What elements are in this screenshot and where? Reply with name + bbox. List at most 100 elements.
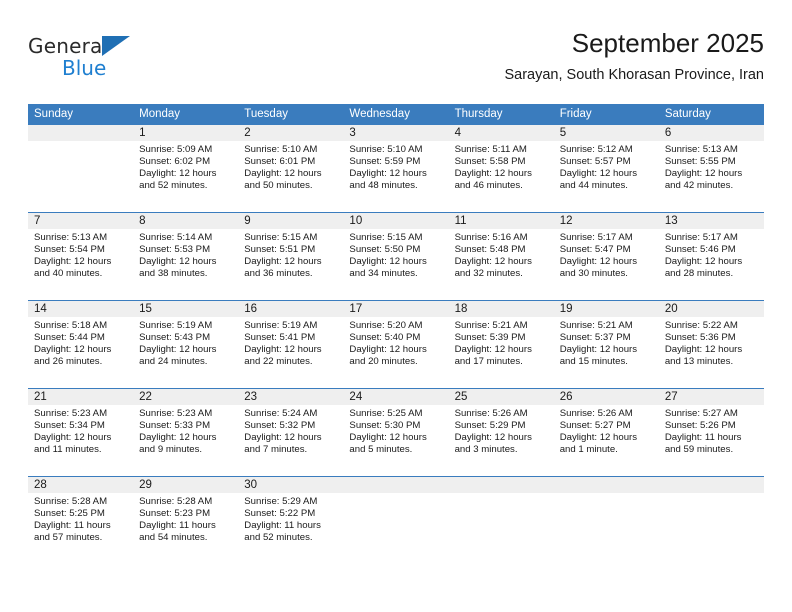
- calendar-day-cell[interactable]: 29 Sunrise: 5:28 AM Sunset: 5:23 PM Dayligh…: [133, 477, 239, 564]
- daylight-text-line2: and 24 minutes.: [139, 355, 208, 367]
- day-details: Sunrise: 5:29 AM Sunset: 5:22 PM Daylight:…: [238, 493, 343, 544]
- weekday-header-wednesday: Wednesday: [349, 108, 410, 120]
- sunrise-text: Sunrise: 5:22 AM: [664, 320, 738, 331]
- day-number: 28: [28, 477, 134, 493]
- sunrise-text: Sunrise: 5:24 AM: [244, 408, 318, 419]
- sunrise-text: Sunrise: 5:28 AM: [34, 496, 108, 507]
- calendar-day-cell[interactable]: 3 Sunrise: 5:10 AM Sunset: 5:59 PM Daylight…: [343, 125, 449, 212]
- daylight-text-line1: Daylight: 12 hours: [454, 343, 532, 355]
- calendar-day-cell[interactable]: 8 Sunrise: 5:14 AM Sunset: 5:53 PM Daylight…: [133, 213, 239, 300]
- day-number: 19: [553, 301, 659, 317]
- calendar-day-cell[interactable]: 26 Sunrise: 5:26 AM Sunset: 5:27 PM Dayligh…: [553, 389, 659, 476]
- daylight-text-line2: and 11 minutes.: [34, 443, 102, 455]
- day-details: Sunrise: 5:17 AM Sunset: 5:47 PM Daylight:…: [554, 229, 659, 280]
- calendar-day-cell[interactable]: 12 Sunrise: 5:17 AM Sunset: 5:47 PM Dayligh…: [553, 213, 659, 300]
- daylight-text-line1: Daylight: 12 hours: [664, 167, 743, 179]
- day-number: 26: [553, 389, 659, 405]
- sunrise-text: Sunrise: 5:16 AM: [454, 232, 528, 243]
- sunrise-text: Sunrise: 5:15 AM: [349, 232, 423, 243]
- sunset-text: Sunset: 5:59 PM: [349, 155, 421, 167]
- calendar-day-cell[interactable]: 18 Sunrise: 5:21 AM Sunset: 5:39 PM Dayligh…: [448, 301, 554, 388]
- daylight-text-line1: Daylight: 12 hours: [559, 167, 638, 179]
- calendar-day-cell[interactable]: 24 Sunrise: 5:25 AM Sunset: 5:30 PM Dayligh…: [343, 389, 449, 476]
- sunset-text: Sunset: 5:57 PM: [559, 155, 631, 167]
- calendar-day-cell-empty: [658, 477, 764, 564]
- daylight-text-line1: Daylight: 12 hours: [559, 343, 638, 355]
- logo-text-blue: Blue: [62, 56, 107, 80]
- sunset-text: Sunset: 5:43 PM: [139, 331, 211, 343]
- day-number: 14: [28, 301, 134, 317]
- day-number: 4: [448, 125, 554, 141]
- calendar-day-cell[interactable]: 30 Sunrise: 5:29 AM Sunset: 5:22 PM Dayligh…: [238, 477, 344, 564]
- calendar-day-cell[interactable]: 25 Sunrise: 5:26 AM Sunset: 5:29 PM Dayligh…: [448, 389, 554, 476]
- sunset-text: Sunset: 5:39 PM: [454, 331, 526, 343]
- daylight-text-line1: Daylight: 12 hours: [664, 255, 743, 267]
- day-number: [658, 477, 764, 493]
- day-details: Sunrise: 5:20 AM Sunset: 5:40 PM Daylight:…: [343, 317, 448, 368]
- day-number: 17: [343, 301, 449, 317]
- sunrise-text: Sunrise: 5:26 AM: [454, 408, 528, 419]
- day-details: Sunrise: 5:16 AM Sunset: 5:48 PM Daylight:…: [449, 229, 554, 280]
- day-details: Sunrise: 5:12 AM Sunset: 5:57 PM Daylight:…: [554, 141, 659, 192]
- sunset-text: Sunset: 5:37 PM: [559, 331, 631, 343]
- day-number: 27: [658, 389, 764, 405]
- daylight-text-line1: Daylight: 12 hours: [244, 255, 322, 267]
- triangle-icon: [102, 36, 130, 56]
- calendar-day-cell[interactable]: 5 Sunrise: 5:12 AM Sunset: 5:57 PM Daylight…: [553, 125, 659, 212]
- sunset-text: Sunset: 5:32 PM: [244, 419, 316, 431]
- calendar-day-cell[interactable]: 1 Sunrise: 5:09 AM Sunset: 6:02 PM Daylight…: [133, 125, 239, 212]
- daylight-text-line1: Daylight: 12 hours: [349, 255, 427, 267]
- daylight-text-line2: and 17 minutes.: [454, 355, 523, 367]
- daylight-text-line2: and 46 minutes.: [454, 179, 523, 191]
- daylight-text-line2: and 36 minutes.: [244, 267, 313, 279]
- calendar-day-cell[interactable]: 4 Sunrise: 5:11 AM Sunset: 5:58 PM Daylight…: [448, 125, 554, 212]
- calendar-day-cell[interactable]: 19 Sunrise: 5:21 AM Sunset: 5:37 PM Dayligh…: [553, 301, 659, 388]
- daylight-text-line2: and 52 minutes.: [139, 179, 208, 191]
- calendar-day-cell-empty: [28, 125, 134, 212]
- calendar-day-cell[interactable]: 28 Sunrise: 5:28 AM Sunset: 5:25 PM Dayligh…: [28, 477, 134, 564]
- calendar-day-cell[interactable]: 9 Sunrise: 5:15 AM Sunset: 5:51 PM Daylight…: [238, 213, 344, 300]
- day-number: 13: [658, 213, 764, 229]
- calendar-day-cell[interactable]: 21 Sunrise: 5:23 AM Sunset: 5:34 PM Dayligh…: [28, 389, 134, 476]
- calendar-day-cell[interactable]: 16 Sunrise: 5:19 AM Sunset: 5:41 PM Dayligh…: [238, 301, 344, 388]
- sunset-text: Sunset: 5:46 PM: [664, 243, 736, 255]
- daylight-text-line1: Daylight: 11 hours: [139, 519, 216, 531]
- calendar-day-cell[interactable]: 11 Sunrise: 5:16 AM Sunset: 5:48 PM Dayligh…: [448, 213, 554, 300]
- day-details: Sunrise: 5:23 AM Sunset: 5:34 PM Daylight:…: [28, 405, 133, 456]
- calendar-day-cell[interactable]: 10 Sunrise: 5:15 AM Sunset: 5:50 PM Dayligh…: [343, 213, 449, 300]
- sunset-text: Sunset: 6:01 PM: [244, 155, 316, 167]
- calendar-week-row: 14 Sunrise: 5:18 AM Sunset: 5:44 PM Dayligh…: [28, 300, 764, 388]
- calendar-day-cell[interactable]: 17 Sunrise: 5:20 AM Sunset: 5:40 PM Dayligh…: [343, 301, 449, 388]
- daylight-text-line2: and 30 minutes.: [559, 267, 628, 279]
- daylight-text-line1: Daylight: 12 hours: [349, 431, 427, 443]
- weekday-header-monday: Monday: [139, 108, 181, 120]
- calendar-week-row: 21 Sunrise: 5:23 AM Sunset: 5:34 PM Dayligh…: [28, 388, 764, 476]
- sunrise-text: Sunrise: 5:23 AM: [139, 408, 213, 419]
- sunrise-text: Sunrise: 5:12 AM: [559, 144, 633, 155]
- calendar-day-cell[interactable]: 20 Sunrise: 5:22 AM Sunset: 5:36 PM Dayligh…: [658, 301, 764, 388]
- sunset-text: Sunset: 5:27 PM: [559, 419, 631, 431]
- day-details: Sunrise: 5:10 AM Sunset: 5:59 PM Daylight:…: [343, 141, 448, 192]
- day-details: Sunrise: 5:09 AM Sunset: 6:02 PM Daylight:…: [133, 141, 238, 192]
- calendar-day-cell[interactable]: 14 Sunrise: 5:18 AM Sunset: 5:44 PM Dayligh…: [28, 301, 134, 388]
- day-details: Sunrise: 5:26 AM Sunset: 5:29 PM Daylight:…: [449, 405, 554, 456]
- day-number: 22: [133, 389, 239, 405]
- day-details: Sunrise: 5:24 AM Sunset: 5:32 PM Daylight:…: [238, 405, 343, 456]
- daylight-text-line1: Daylight: 12 hours: [349, 343, 427, 355]
- sunrise-text: Sunrise: 5:14 AM: [139, 232, 213, 243]
- day-number: 8: [133, 213, 239, 229]
- calendar-day-cell[interactable]: 15 Sunrise: 5:19 AM Sunset: 5:43 PM Dayligh…: [133, 301, 239, 388]
- calendar-day-cell[interactable]: 6 Sunrise: 5:13 AM Sunset: 5:55 PM Daylight…: [658, 125, 764, 212]
- calendar-grid: Sunday Monday Tuesday Wednesday Thursday…: [28, 104, 764, 564]
- calendar-day-cell[interactable]: 23 Sunrise: 5:24 AM Sunset: 5:32 PM Dayligh…: [238, 389, 344, 476]
- calendar-day-cell[interactable]: 13 Sunrise: 5:17 AM Sunset: 5:46 PM Dayligh…: [658, 213, 764, 300]
- day-number: 24: [343, 389, 449, 405]
- calendar-day-cell[interactable]: 7 Sunrise: 5:13 AM Sunset: 5:54 PM Daylight…: [28, 213, 134, 300]
- daylight-text-line2: and 15 minutes.: [559, 355, 628, 367]
- calendar-day-cell[interactable]: 27 Sunrise: 5:27 AM Sunset: 5:26 PM Dayligh…: [658, 389, 764, 476]
- calendar-week-row: 7 Sunrise: 5:13 AM Sunset: 5:54 PM Daylight…: [28, 212, 764, 300]
- calendar-day-cell[interactable]: 2 Sunrise: 5:10 AM Sunset: 6:01 PM Daylight…: [238, 125, 344, 212]
- sunset-text: Sunset: 5:33 PM: [139, 419, 211, 431]
- day-number: 10: [343, 213, 449, 229]
- calendar-day-cell[interactable]: 22 Sunrise: 5:23 AM Sunset: 5:33 PM Dayligh…: [133, 389, 239, 476]
